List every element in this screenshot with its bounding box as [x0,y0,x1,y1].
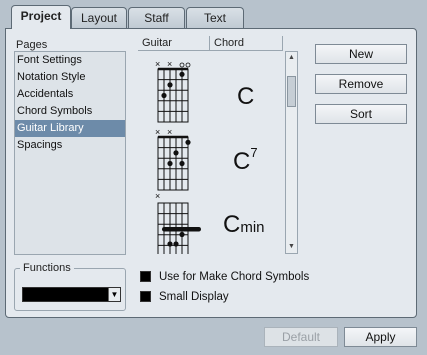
use-for-make-chord-symbols-label: Use for Make Chord Symbols [159,271,310,283]
small-display-checkbox[interactable] [140,291,151,302]
page-item-font-settings[interactable]: Font Settings [15,52,125,69]
svg-text:×: × [155,127,160,137]
chevron-down-icon[interactable]: ▼ [108,288,120,301]
small-display-label: Small Display [159,291,229,303]
page-item-accidentals[interactable]: Accidentals [15,86,125,103]
chord-name-cmin: Cmin [223,211,265,238]
chord-diagram-c: × × [155,59,191,123]
tab-layout[interactable]: Layout [71,7,127,28]
svg-text:×: × [155,191,160,201]
chord-name-c: C [237,83,255,110]
pages-header: Pages [14,38,126,52]
remove-button[interactable]: Remove [315,74,407,94]
scroll-thumb[interactable] [287,76,296,107]
tab-text[interactable]: Text [186,7,244,28]
page-item-notation-style[interactable]: Notation Style [15,69,125,86]
functions-label: Functions [20,262,74,275]
triangle-down-icon[interactable]: ▼ [286,241,297,253]
apply-button[interactable]: Apply [344,327,417,347]
svg-text:×: × [155,59,160,69]
default-button[interactable]: Default [264,327,338,347]
page-item-spacings[interactable]: Spacings [15,137,125,154]
chord-diagram-cmin: × [155,191,201,254]
chord-diagram-c7: × × [155,127,191,191]
chord-name-c7: C7 [233,145,258,175]
pages-list[interactable]: Font Settings Notation Style Accidentals… [14,52,126,255]
tab-staff[interactable]: Staff [128,7,185,28]
triangle-up-icon[interactable]: ▲ [286,52,297,64]
svg-text:×: × [167,59,172,69]
svg-text:×: × [167,127,172,137]
library-scrollbar[interactable]: ▲ ▼ [285,51,298,254]
column-header-chord[interactable]: Chord [210,36,283,51]
guitar-library-list[interactable]: × × × × × C C7 Cmin [138,51,285,254]
new-button[interactable]: New [315,44,407,64]
tab-project[interactable]: Project [11,5,71,29]
page-item-chord-symbols[interactable]: Chord Symbols [15,103,125,120]
column-header-guitar[interactable]: Guitar [138,36,210,51]
sort-button[interactable]: Sort [315,104,407,124]
use-for-make-chord-symbols-checkbox[interactable] [140,271,151,282]
page-item-guitar-library[interactable]: Guitar Library [15,120,125,137]
functions-dropdown[interactable]: ▼ [22,287,121,302]
